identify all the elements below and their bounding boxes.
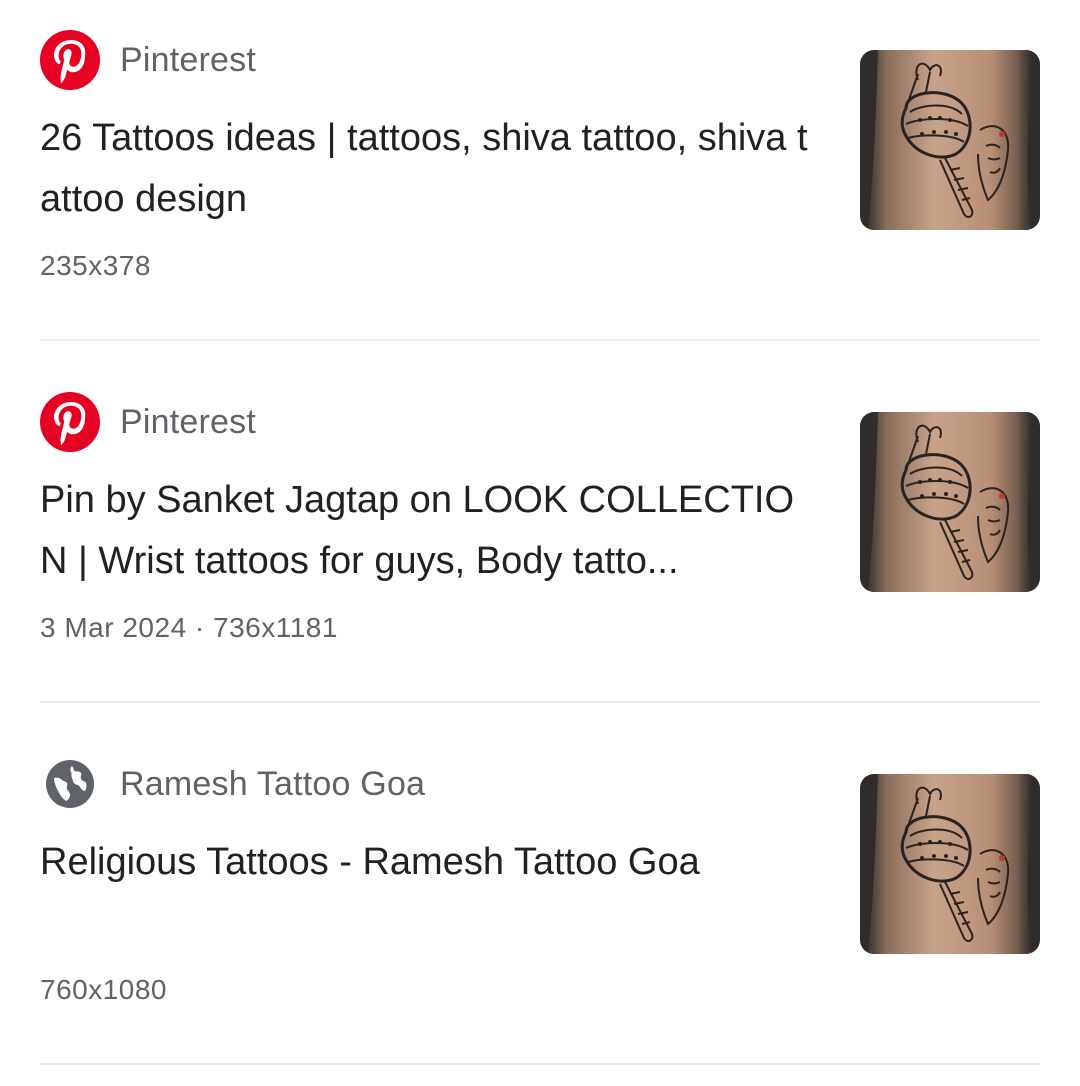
- source-row[interactable]: Pinterest: [40, 30, 256, 90]
- mace-tattoo-image: [860, 50, 1040, 230]
- pinterest-icon: [40, 392, 100, 452]
- divider: [40, 1063, 1040, 1065]
- result-meta: 760x1080: [40, 974, 168, 1005]
- result-item[interactable]: Pinterest 26 Tattoos ideas | tattoos, sh…: [0, 0, 1080, 362]
- result-item[interactable]: Ramesh Tattoo Goa Religious Tattoos - Ra…: [0, 724, 1080, 1086]
- source-name: Pinterest: [120, 40, 256, 79]
- result-item[interactable]: Pinterest Pin by Sanket Jagtap on LOOK C…: [0, 362, 1080, 724]
- source-row[interactable]: Ramesh Tattoo Goa: [40, 754, 425, 814]
- result-title[interactable]: Pin by Sanket Jagtap on LOOK COLLECTION …: [40, 470, 820, 592]
- result-thumbnail[interactable]: [860, 50, 1040, 230]
- result-thumbnail[interactable]: [860, 412, 1040, 592]
- result-title[interactable]: Religious Tattoos - Ramesh Tattoo Goa: [40, 832, 820, 893]
- result-title[interactable]: 26 Tattoos ideas | tattoos, shiva tattoo…: [40, 108, 820, 230]
- pinterest-icon: [40, 30, 100, 90]
- result-meta: 3 Mar 2024 · 736x1181: [40, 612, 338, 643]
- globe-icon: [40, 754, 100, 814]
- source-row[interactable]: Pinterest: [40, 392, 256, 452]
- mace-tattoo-image: [860, 412, 1040, 592]
- result-meta: 235x378: [40, 250, 151, 281]
- divider: [40, 339, 1040, 341]
- mace-tattoo-image: [860, 774, 1040, 954]
- source-name: Pinterest: [120, 402, 256, 441]
- divider: [40, 701, 1040, 703]
- result-thumbnail[interactable]: [860, 774, 1040, 954]
- search-results-list: Pinterest 26 Tattoos ideas | tattoos, sh…: [0, 0, 1080, 1086]
- source-name: Ramesh Tattoo Goa: [120, 764, 426, 803]
